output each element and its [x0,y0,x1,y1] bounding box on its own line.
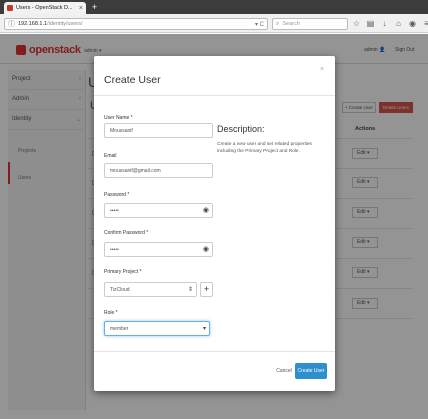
primary-project-select[interactable]: TizCloud ⇕ [104,282,197,297]
password-label: Password * [104,192,130,198]
user-name-field[interactable]: Moussanif [104,123,213,138]
eye-icon[interactable]: ◉ [203,207,209,215]
confirm-password-label: Confirm Password * [104,230,149,236]
browser-tab-bar: Users - OpenStack D... × + [0,0,428,14]
email-field[interactable]: moussanif@gmail.com [104,163,213,178]
modal-header: Create User × [94,56,335,96]
primary-project-label: Primary Project * [104,269,142,275]
confirm-password-field[interactable]: ••••• ◉ [104,242,213,257]
url-text: 192.168.1.1/identity/users/ [18,21,83,27]
email-label: Email [104,153,117,159]
role-label: Role * [104,310,118,316]
description-title: Description: [217,124,265,134]
search-placeholder: Search [282,21,300,27]
new-tab-icon[interactable]: + [90,3,99,12]
home-icon[interactable]: ⌂ [394,19,403,29]
close-icon[interactable]: × [320,66,324,73]
browser-tab[interactable]: Users - OpenStack D... × [4,2,86,14]
modal-title: Create User [104,74,161,86]
chevron-down-icon: ▾ [202,326,206,332]
download-icon[interactable]: ↓ [380,19,389,29]
description-text: Create a new user and set related proper… [217,142,312,154]
info-icon[interactable]: ⓘ [8,19,15,29]
add-project-button[interactable]: + [200,282,213,297]
role-value: member [110,325,129,332]
primary-project-value: TizCloud [110,286,130,293]
url-bar[interactable]: ⓘ 192.168.1.1/identity/users/ ▾ C [4,18,268,30]
password-value: ••••• [110,207,119,214]
user-name-label: User Name * [104,115,133,121]
reading-list-icon[interactable]: ▤ [366,19,375,29]
openstack-favicon-icon [7,5,13,11]
eye-icon[interactable]: ◉ [203,246,209,254]
role-select[interactable]: member ▾ [104,321,210,336]
create-user-button[interactable]: Create User [295,363,327,379]
search-icon: ⌕ [276,20,280,27]
url-host: 192.168.1.1 [18,21,48,27]
chevron-down-icon: ⇕ [187,287,193,293]
menu-icon[interactable]: ≡ [422,19,428,29]
bookmark-star-icon[interactable]: ☆ [352,19,361,29]
tab-title: Users - OpenStack D... [16,5,73,11]
create-user-modal: Create User × User Name * Moussanif Emai… [94,56,335,391]
confirm-password-value: ••••• [110,246,119,253]
user-name-value: Moussanif [110,127,133,134]
email-value: moussanif@gmail.com [110,167,161,174]
url-path: /identity/users/ [47,21,83,27]
close-tab-icon[interactable]: × [79,5,83,12]
toolbar-icons: ☆ ▤ ↓ ⌂ ◉ ≡ [352,19,428,29]
pocket-icon[interactable]: ◉ [408,19,417,29]
password-field[interactable]: ••••• ◉ [104,203,213,218]
cancel-button[interactable]: Cancel [274,365,294,377]
reload-icon[interactable]: ▾ C [255,21,264,28]
browser-nav-bar: ⓘ 192.168.1.1/identity/users/ ▾ C ⌕ Sear… [0,14,428,33]
search-bar[interactable]: ⌕ Search [272,18,348,30]
